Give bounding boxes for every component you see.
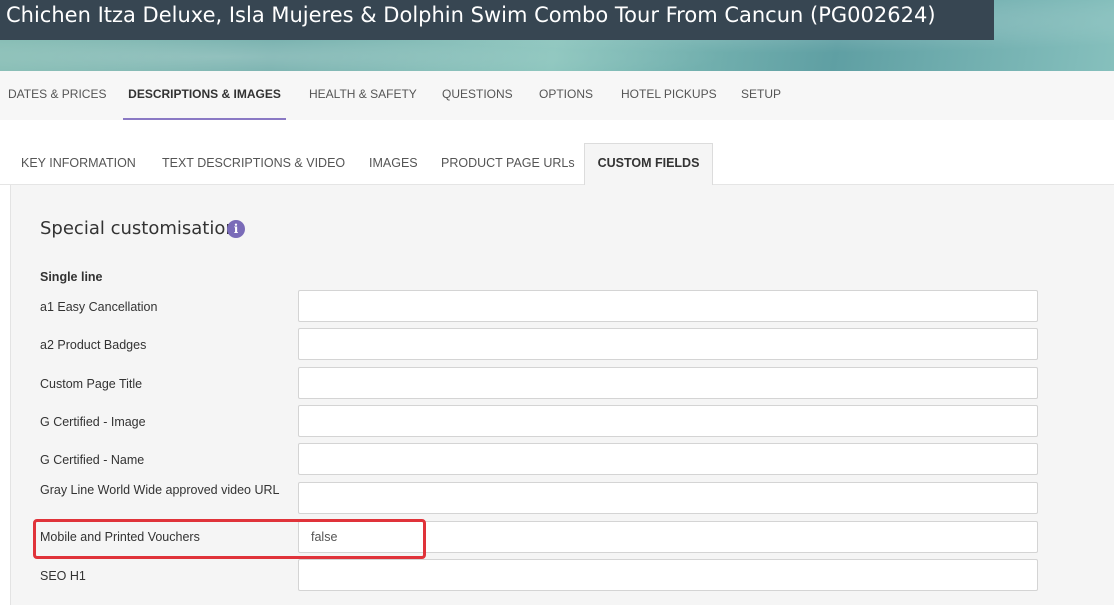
field-label-mobile-printed-vouchers: Mobile and Printed Vouchers (40, 530, 200, 544)
tab-images[interactable]: IMAGES (369, 144, 418, 183)
tab-text-descriptions-video[interactable]: TEXT DESCRIPTIONS & VIDEO (162, 144, 345, 183)
tab-custom-fields[interactable]: CUSTOM FIELDS (584, 143, 713, 185)
section-title: Special customisation (40, 218, 237, 239)
field-label-g-certified-name: G Certified - Name (40, 453, 145, 467)
video-url-input[interactable] (298, 482, 1038, 514)
group-label: Single line (40, 270, 103, 284)
header-banner: Chichen Itza Deluxe, Isla Mujeres & Dolp… (0, 0, 1114, 71)
tab-setup[interactable]: SETUP (741, 71, 781, 118)
sub-tab-bar: KEY INFORMATION TEXT DESCRIPTIONS & VIDE… (0, 120, 1114, 185)
field-label-g-certified-image: G Certified - Image (40, 415, 146, 429)
title-bar: Chichen Itza Deluxe, Isla Mujeres & Dolp… (0, 0, 994, 40)
field-label-seo-h1: SEO H1 (40, 569, 86, 583)
field-label-video-url: Gray Line World Wide approved video URL (40, 483, 280, 497)
field-label-easy-cancellation: a1 Easy Cancellation (40, 300, 158, 314)
main-tab-bar: DATES & PRICES DESCRIPTIONS & IMAGES HEA… (0, 71, 1114, 120)
tab-product-page-urls[interactable]: PRODUCT PAGE URLs (441, 144, 575, 183)
info-icon[interactable]: i (227, 220, 245, 238)
tab-hotel-pickups[interactable]: HOTEL PICKUPS (621, 71, 717, 118)
tab-questions[interactable]: QUESTIONS (442, 71, 513, 118)
tab-descriptions-images[interactable]: DESCRIPTIONS & IMAGES (123, 71, 286, 120)
field-label-product-badges: a2 Product Badges (40, 338, 147, 352)
custom-page-title-input[interactable] (298, 367, 1038, 399)
tab-health-safety[interactable]: HEALTH & SAFETY (309, 71, 417, 118)
g-certified-image-input[interactable] (298, 405, 1038, 437)
field-label-custom-page-title: Custom Page Title (40, 377, 143, 391)
page-title: Chichen Itza Deluxe, Isla Mujeres & Dolp… (6, 3, 936, 27)
seo-h1-input[interactable] (298, 559, 1038, 591)
tab-key-information[interactable]: KEY INFORMATION (21, 144, 136, 183)
tab-dates-prices[interactable]: DATES & PRICES (8, 71, 106, 118)
easy-cancellation-input[interactable] (298, 290, 1038, 322)
tab-options[interactable]: OPTIONS (539, 71, 593, 118)
mobile-printed-vouchers-input[interactable] (298, 521, 1038, 553)
g-certified-name-input[interactable] (298, 443, 1038, 475)
product-badges-input[interactable] (298, 328, 1038, 360)
